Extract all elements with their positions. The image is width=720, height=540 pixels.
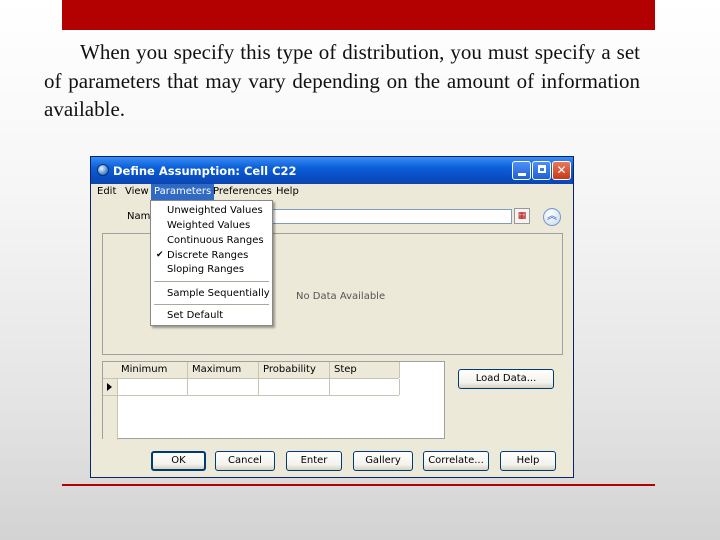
dialog-titlebar[interactable]: Define Assumption: Cell C22 ✕: [91, 157, 573, 184]
grid-header: Minimum Maximum Probability Step: [103, 362, 400, 379]
menu-item-continuous-ranges[interactable]: Continuous Ranges: [167, 235, 264, 246]
row-pointer-icon: [107, 383, 112, 391]
column-minimum: Minimum: [117, 362, 188, 378]
menu-item-weighted-values[interactable]: Weighted Values: [167, 220, 250, 231]
column-probability: Probability: [259, 362, 330, 378]
cell-minimum[interactable]: [117, 379, 188, 395]
parameters-dropdown: Unweighted Values Weighted Values Contin…: [150, 200, 273, 326]
menu-item-discrete-ranges[interactable]: Discrete Ranges: [167, 250, 248, 261]
table-row[interactable]: [103, 379, 400, 396]
menu-view[interactable]: View: [125, 186, 149, 197]
menu-item-sample-sequentially[interactable]: Sample Sequentially: [167, 288, 270, 299]
help-button[interactable]: Help: [500, 451, 556, 471]
slide-paragraph: When you specify this type of distributi…: [44, 40, 640, 121]
enter-button[interactable]: Enter: [286, 451, 342, 471]
correlate-button[interactable]: Correlate...: [423, 451, 489, 471]
menu-preferences[interactable]: Preferences: [213, 186, 272, 197]
gallery-button[interactable]: Gallery: [353, 451, 413, 471]
menu-bar: Edit View Parameters Preferences Help: [91, 184, 573, 200]
cancel-button[interactable]: Cancel: [215, 451, 275, 471]
menu-item-sloping-ranges[interactable]: Sloping Ranges: [167, 264, 244, 275]
minimize-icon[interactable]: [512, 161, 531, 180]
close-icon[interactable]: ✕: [552, 161, 571, 180]
collapse-icon[interactable]: ︽: [543, 208, 561, 226]
check-icon: ✔: [156, 250, 164, 260]
bottom-accent-rule: [62, 484, 655, 486]
column-maximum: Maximum: [188, 362, 259, 378]
app-icon: [97, 164, 109, 176]
menu-item-set-default[interactable]: Set Default: [167, 310, 223, 321]
menu-separator: [154, 304, 269, 305]
dialog-title: Define Assumption: Cell C22: [113, 164, 297, 178]
define-assumption-dialog: Define Assumption: Cell C22 ✕ Edit View …: [90, 156, 574, 478]
top-accent-bar: [62, 0, 655, 30]
ok-button[interactable]: OK: [151, 451, 206, 471]
cell-probability[interactable]: [259, 379, 330, 395]
cell-step[interactable]: [330, 379, 400, 395]
load-data-button[interactable]: Load Data...: [458, 369, 554, 389]
name-input[interactable]: [271, 209, 512, 224]
cell-select-icon[interactable]: ▦: [514, 208, 530, 224]
cell-maximum[interactable]: [188, 379, 259, 395]
parameter-grid[interactable]: Minimum Maximum Probability Step: [102, 361, 445, 440]
menu-item-unweighted-values[interactable]: Unweighted Values: [167, 205, 263, 216]
column-step: Step: [330, 362, 400, 378]
menu-separator: [154, 281, 269, 282]
menu-edit[interactable]: Edit: [97, 186, 116, 197]
maximize-icon[interactable]: [532, 161, 551, 180]
menu-parameters[interactable]: Parameters: [151, 184, 215, 200]
menu-help[interactable]: Help: [276, 186, 299, 197]
no-data-label: No Data Available: [296, 291, 386, 302]
